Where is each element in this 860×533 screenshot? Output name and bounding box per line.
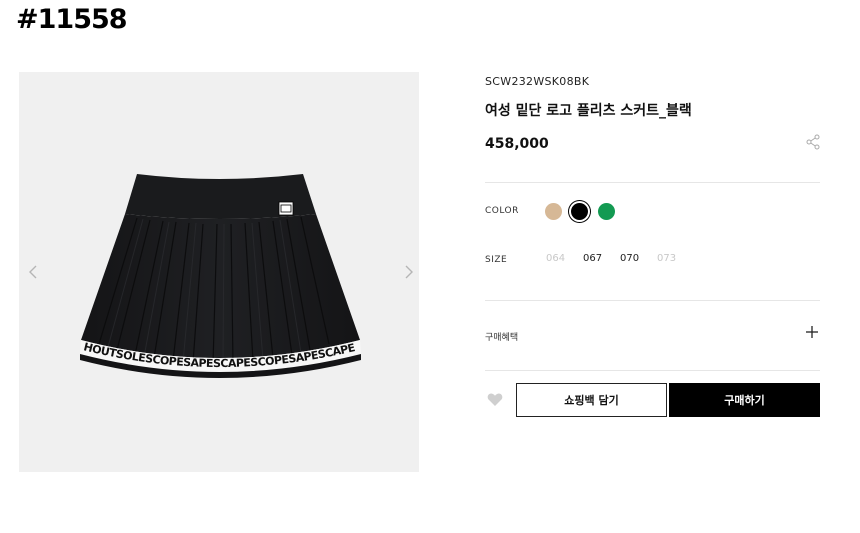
color-swatch-beige[interactable] — [545, 203, 562, 220]
product-image: HOUTSOLESCOPESAPESCAPESCOPESAPESCAPESCAP… — [19, 72, 361, 378]
product-title: 여성 밑단 로고 플리츠 스커트_블랙 — [485, 103, 692, 119]
product-image-gallery: HOUTSOLESCOPESAPESCAPESCOPESAPESCAPESCAP… — [19, 72, 419, 472]
listing-number: #11558 — [16, 4, 128, 35]
product-code: SCW232WSK08BK — [485, 75, 590, 88]
heart-icon[interactable] — [487, 392, 503, 407]
color-swatch-black[interactable] — [571, 203, 588, 220]
share-icon[interactable] — [805, 134, 821, 150]
color-label: COLOR — [485, 206, 519, 216]
size-option: 064 — [546, 253, 566, 264]
product-price: 458,000 — [485, 136, 549, 152]
chevron-left-icon[interactable] — [23, 262, 43, 282]
plus-icon[interactable] — [805, 325, 819, 339]
size-label: SIZE — [485, 255, 508, 265]
divider — [485, 370, 820, 371]
size-option[interactable]: 067 — [583, 253, 602, 264]
add-to-bag-button[interactable]: 쇼핑백 담기 — [516, 383, 667, 417]
divider — [485, 182, 820, 183]
buy-now-button[interactable]: 구매하기 — [669, 383, 820, 417]
chevron-right-icon[interactable] — [399, 262, 419, 282]
color-swatch-green[interactable] — [598, 203, 615, 220]
purchase-benefits-label[interactable]: 구매혜택 — [485, 330, 518, 343]
divider — [485, 300, 820, 301]
size-option[interactable]: 070 — [620, 253, 639, 264]
size-option: 073 — [657, 253, 677, 264]
